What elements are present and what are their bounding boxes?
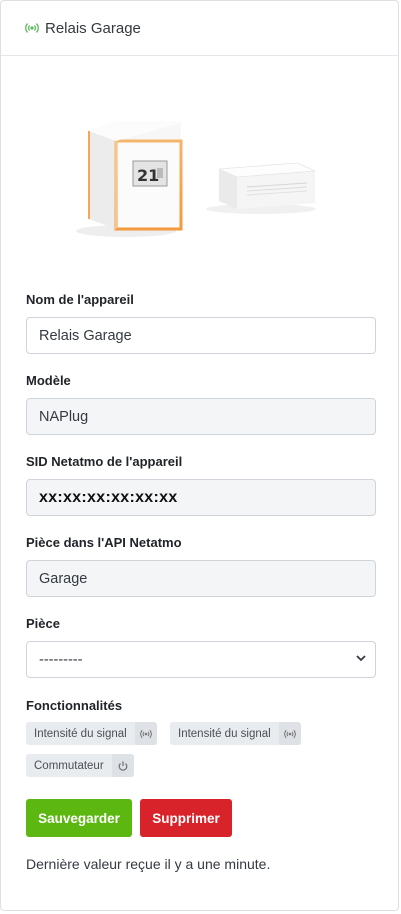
- last-value-note: Dernière valeur reçue il y a une minute.: [26, 856, 271, 872]
- power-icon: [111, 754, 134, 777]
- signal-icon: [25, 21, 39, 35]
- signal-icon: [134, 722, 157, 745]
- device-name-label: Nom de l'appareil: [26, 292, 134, 307]
- feature-badge: Intensité du signal: [26, 722, 157, 745]
- device-image: 21: [71, 111, 321, 241]
- delete-button[interactable]: Supprimer: [140, 799, 232, 837]
- device-card: Relais Garage 21 Nom de l'appareil Relai…: [0, 0, 399, 911]
- sid-label: SID Netatmo de l'appareil: [26, 454, 183, 469]
- room-label: Pièce: [26, 616, 60, 631]
- sid-field: xx:xx:xx:xx:xx:xx: [26, 479, 376, 516]
- card-header: Relais Garage: [1, 1, 398, 56]
- feature-label: Intensité du signal: [178, 727, 271, 740]
- api-room-field: Garage: [26, 560, 376, 597]
- feature-badge: Intensité du signal: [170, 722, 301, 745]
- room-select-value: ---------: [39, 651, 83, 668]
- save-button[interactable]: Sauvegarder: [26, 799, 132, 837]
- room-select[interactable]: ---------: [26, 641, 376, 678]
- device-name-input[interactable]: Relais Garage: [26, 317, 376, 354]
- page-title: Relais Garage: [45, 19, 141, 37]
- feature-label: Intensité du signal: [34, 727, 127, 740]
- chevron-down-icon: [355, 652, 367, 668]
- signal-icon: [278, 722, 301, 745]
- feature-badge: Commutateur: [26, 754, 134, 777]
- api-room-label: Pièce dans l'API Netatmo: [26, 535, 182, 550]
- thermostat-display: 21: [137, 166, 159, 185]
- model-field: NAPlug: [26, 398, 376, 435]
- model-label: Modèle: [26, 373, 71, 388]
- feature-label: Commutateur: [34, 759, 104, 772]
- features-label: Fonctionnalités: [26, 698, 123, 713]
